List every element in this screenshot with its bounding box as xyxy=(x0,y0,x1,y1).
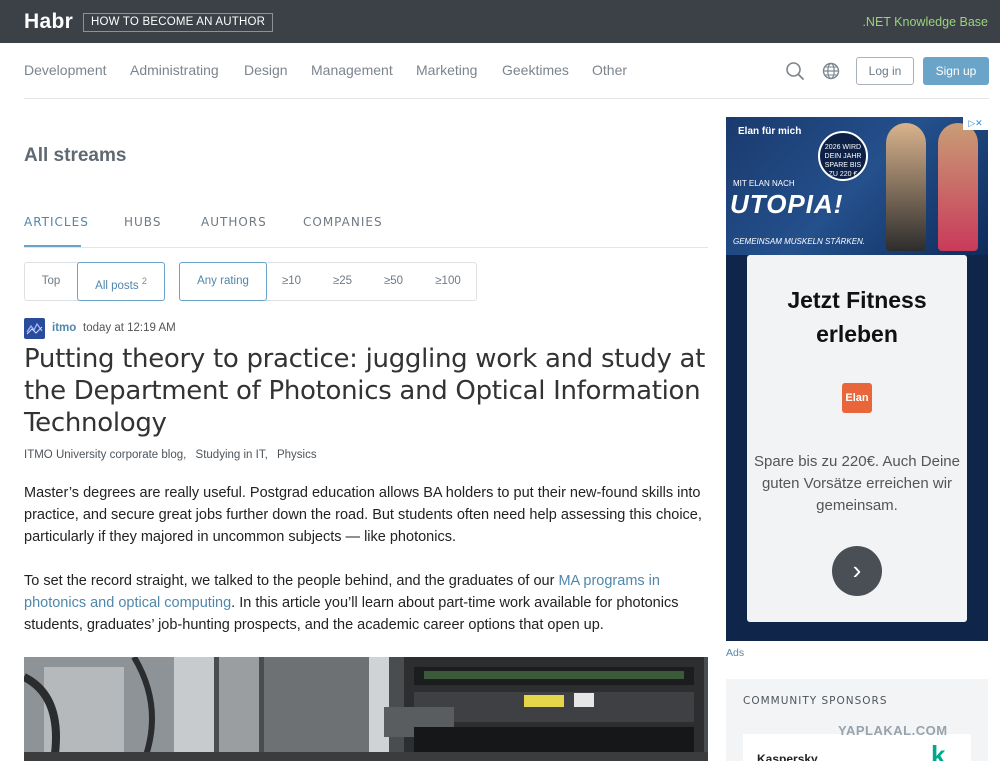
filter-top[interactable]: Top xyxy=(25,263,77,300)
sponsors-title: COMMUNITY SPONSORS xyxy=(743,695,888,707)
ad-model-image xyxy=(938,123,978,251)
watermark: YAPLAKAL.COM xyxy=(838,723,948,738)
article-paragraph: To set the record straight, we talked to… xyxy=(24,570,708,636)
rating-filter: Any rating ≥10 ≥25 ≥50 ≥100 xyxy=(179,262,477,301)
elan-logo-icon: Elan xyxy=(842,383,872,413)
ad-subtitle: MIT ELAN NACH xyxy=(733,179,795,188)
article-image xyxy=(24,657,708,761)
top-bar: Habr HOW TO BECOME AN AUTHOR .NET Knowle… xyxy=(0,0,1000,43)
author-avatar[interactable] xyxy=(24,318,45,339)
hub-link[interactable]: Physics xyxy=(277,449,317,461)
filter-rating-50[interactable]: ≥50 xyxy=(369,263,418,300)
paragraph-text: To set the record straight, we talked to… xyxy=(24,573,559,589)
ad-brand: Elan für mich xyxy=(738,126,802,137)
period-filter: Top All posts 2 xyxy=(24,262,165,301)
ad-model-image xyxy=(886,123,926,251)
ad-badge: 2026 WIRD DEIN JAHR SPARE BIS ZU 220 € xyxy=(818,131,868,181)
nav-development[interactable]: Development xyxy=(24,62,107,78)
chevron-right-icon[interactable]: › xyxy=(832,546,882,596)
knowledge-base-link[interactable]: .NET Knowledge Base xyxy=(862,15,988,29)
article-title[interactable]: Putting theory to practice: juggling wor… xyxy=(24,343,708,439)
nav-design[interactable]: Design xyxy=(244,62,288,78)
become-author-button[interactable]: HOW TO BECOME AN AUTHOR xyxy=(83,13,274,32)
sponsor-card[interactable]: Kaspersky k xyxy=(743,734,971,761)
post-time: today at 12:19 AM xyxy=(83,322,176,334)
all-posts-count-badge: 2 xyxy=(141,276,147,286)
nav-management[interactable]: Management xyxy=(311,62,393,78)
ad-banner-image: Elan für mich 2026 WIRD DEIN JAHR SPARE … xyxy=(726,117,988,255)
server-rack-photo xyxy=(24,657,708,761)
ad-big-word: UTOPIA! xyxy=(730,189,844,219)
filter-rating-10[interactable]: ≥10 xyxy=(267,263,316,300)
hub-link[interactable]: Studying in IT, xyxy=(196,449,268,461)
login-button[interactable]: Log in xyxy=(856,57,914,85)
stream-tabs: ARTICLES HUBS AUTHORS COMPANIES xyxy=(24,213,708,248)
sponsor-name: Kaspersky xyxy=(757,752,818,761)
article-paragraph: Master’s degrees are really useful. Post… xyxy=(24,485,702,545)
ad-headline: Jetzt Fitness erleben xyxy=(787,287,927,347)
article-hubs: ITMO University corporate blog, Studying… xyxy=(24,449,323,461)
kaspersky-logo-icon: k xyxy=(931,740,946,761)
ad-choices-icon[interactable]: ▷✕ xyxy=(963,117,988,130)
search-icon[interactable] xyxy=(785,61,805,81)
nav-marketing[interactable]: Marketing xyxy=(416,62,477,78)
nav-geektimes[interactable]: Geektimes xyxy=(502,62,569,78)
filter-rating-100[interactable]: ≥100 xyxy=(420,263,476,300)
signup-button[interactable]: Sign up xyxy=(923,57,989,85)
active-tab-indicator xyxy=(24,245,81,247)
tab-hubs[interactable]: HUBS xyxy=(124,215,161,229)
filter-any-rating[interactable]: Any rating xyxy=(179,262,267,301)
page-title: All streams xyxy=(24,145,127,166)
advertisement[interactable]: Elan für mich 2026 WIRD DEIN JAHR SPARE … xyxy=(726,117,988,641)
ad-card: Jetzt Fitness erleben Elan Spare bis zu … xyxy=(747,255,967,622)
filter-all-posts-label: All posts xyxy=(95,279,139,292)
community-sponsors: COMMUNITY SPONSORS Kaspersky k xyxy=(726,679,988,761)
nav-administrating[interactable]: Administrating xyxy=(130,62,219,78)
tab-companies[interactable]: COMPANIES xyxy=(303,215,383,229)
filter-all-posts[interactable]: All posts 2 xyxy=(77,262,165,301)
itmo-logo-icon xyxy=(26,322,43,335)
main-nav: Development Administrating Design Manage… xyxy=(24,43,989,99)
tab-articles[interactable]: ARTICLES xyxy=(24,215,89,229)
author-name[interactable]: itmo xyxy=(52,322,76,334)
habr-logo[interactable]: Habr xyxy=(24,10,73,34)
ad-body-text: Spare bis zu 220€. Auch Deine guten Vors… xyxy=(754,453,960,514)
ads-label[interactable]: Ads xyxy=(726,647,744,659)
nav-other[interactable]: Other xyxy=(592,62,627,78)
ad-slogan: GEMEINSAM MUSKELN STÄRKEN. xyxy=(733,237,866,246)
tab-authors[interactable]: AUTHORS xyxy=(201,215,267,229)
globe-icon[interactable] xyxy=(821,61,841,81)
filter-rating-25[interactable]: ≥25 xyxy=(318,263,367,300)
hub-link[interactable]: ITMO University corporate blog, xyxy=(24,449,186,461)
